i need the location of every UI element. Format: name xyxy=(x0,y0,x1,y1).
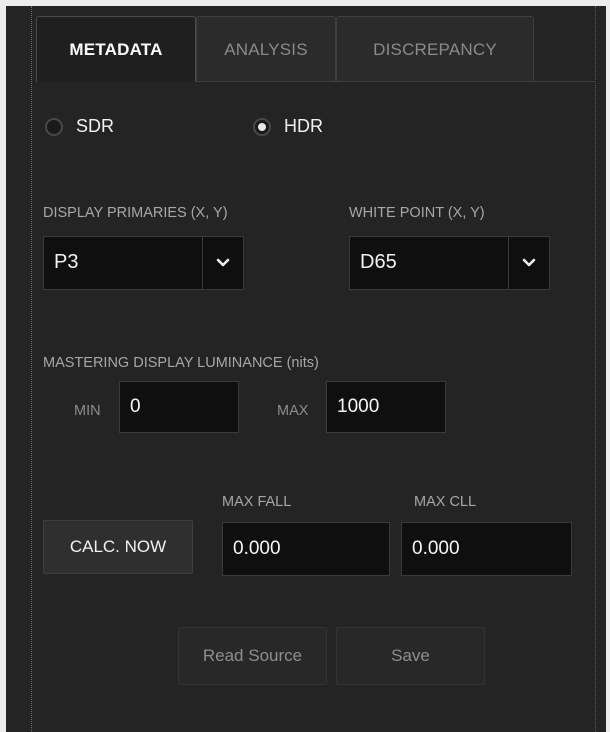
top-border xyxy=(0,0,610,6)
hdr-radio[interactable]: HDR xyxy=(253,116,323,137)
tab-metadata[interactable]: METADATA xyxy=(36,16,196,82)
display-primaries-label: DISPLAY PRIMARIES (X, Y) xyxy=(43,205,228,221)
max-fall-input[interactable] xyxy=(222,522,390,576)
save-button[interactable]: Save xyxy=(336,627,485,685)
sdr-radio-label: SDR xyxy=(76,116,115,136)
min-label: MIN xyxy=(74,403,101,419)
tab-underline xyxy=(196,81,596,82)
left-border xyxy=(0,0,6,732)
sdr-radio[interactable]: SDR xyxy=(45,116,114,137)
mastering-luminance-label: MASTERING DISPLAY LUMINANCE (nits) xyxy=(43,355,319,371)
max-fall-label: MAX FALL xyxy=(222,494,292,510)
max-label: MAX xyxy=(277,403,309,419)
hdr-radio-indicator[interactable] xyxy=(253,117,271,136)
min-luminance-input[interactable] xyxy=(119,381,239,433)
display-primaries-select[interactable]: P3 xyxy=(43,236,244,290)
tab-analysis[interactable]: ANALYSIS xyxy=(196,16,336,82)
calc-now-button[interactable]: CALC. NOW xyxy=(43,520,193,574)
tab-discrepancy[interactable]: DISCREPANCY xyxy=(336,16,534,82)
max-luminance-input[interactable] xyxy=(326,381,446,433)
hdr-radio-label: HDR xyxy=(284,116,323,136)
right-dotted-divider xyxy=(595,6,596,732)
white-point-value: D65 xyxy=(360,251,397,273)
max-cll-input[interactable] xyxy=(401,522,572,576)
sdr-radio-indicator[interactable] xyxy=(45,117,63,136)
left-dotted-divider xyxy=(31,6,32,732)
metadata-panel: METADATA ANALYSIS DISCREPANCY SDR HDR DI… xyxy=(0,0,610,732)
right-border xyxy=(606,0,610,732)
white-point-label: WHITE POINT (X, Y) xyxy=(349,205,485,221)
chevron-down-icon[interactable] xyxy=(508,237,549,289)
max-cll-label: MAX CLL xyxy=(414,494,477,510)
white-point-select[interactable]: D65 xyxy=(349,236,550,290)
chevron-down-icon[interactable] xyxy=(202,237,243,289)
display-primaries-value: P3 xyxy=(54,251,79,273)
read-source-button[interactable]: Read Source xyxy=(178,627,327,685)
